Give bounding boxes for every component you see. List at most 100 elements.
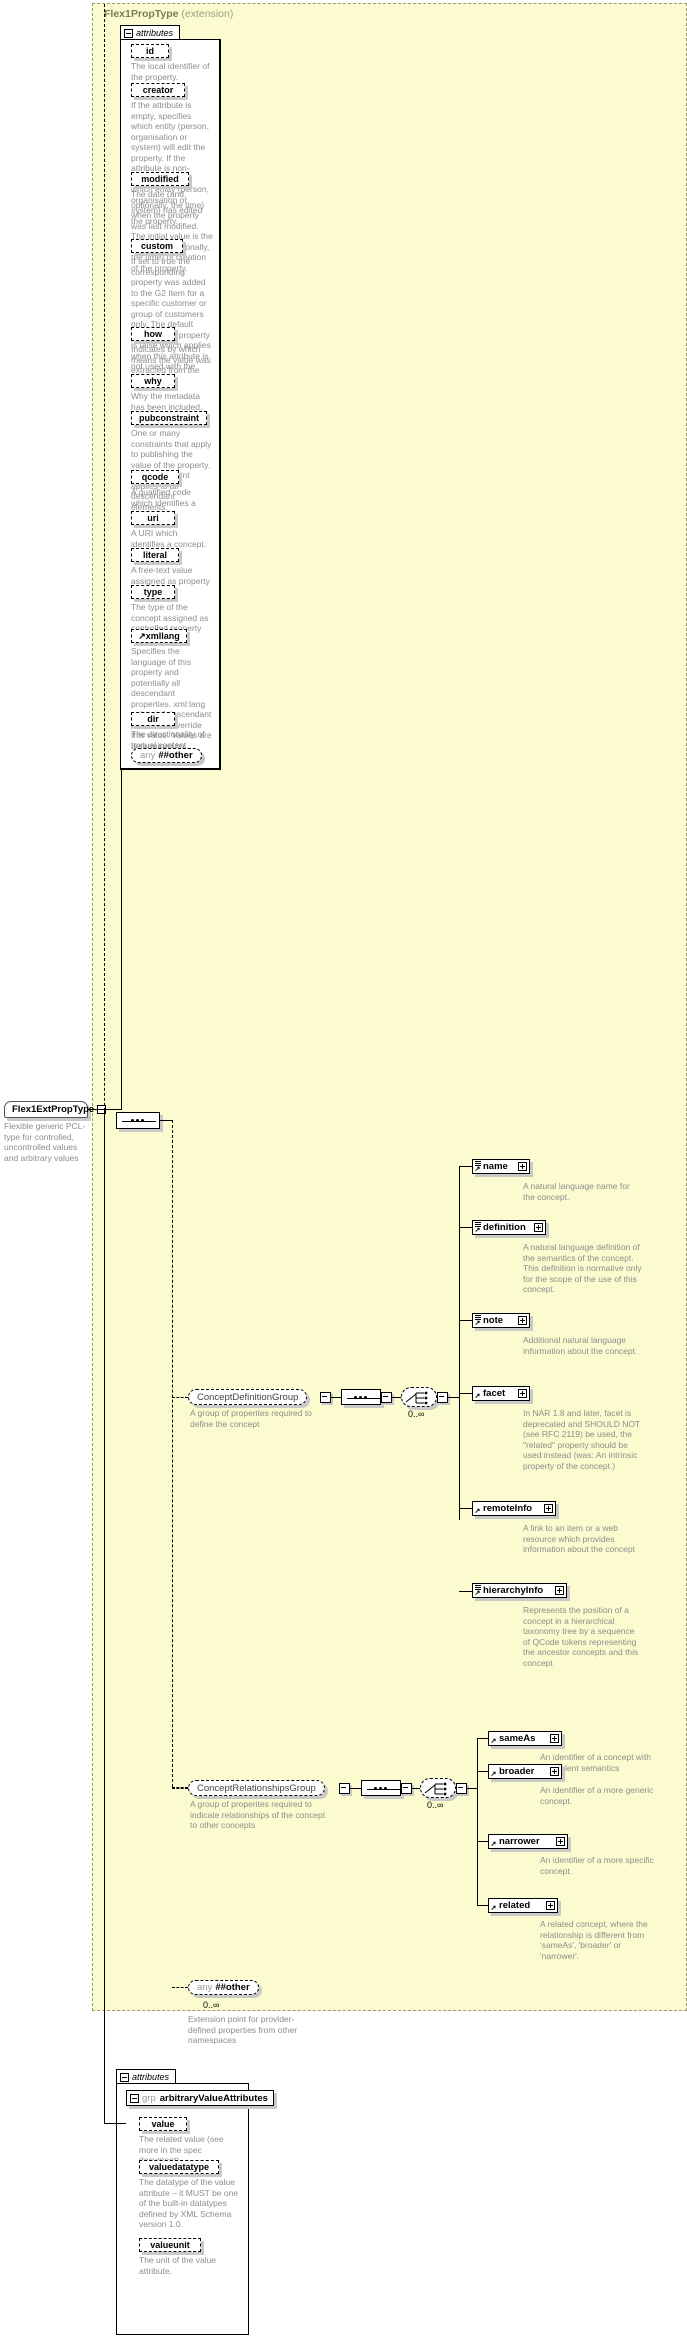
seq-out-line — [160, 1120, 172, 1121]
attributes-compartment-tab-2[interactable]: attributes — [116, 2069, 177, 2084]
attributes-label: attributes — [136, 28, 174, 38]
expand-plus-icon[interactable] — [546, 1901, 555, 1910]
attribute-label: valuedatatype — [148, 2162, 210, 2172]
expand-plus-icon[interactable] — [534, 1223, 543, 1232]
body-any-desc: Extension point for provider-defined pro… — [188, 2014, 298, 2045]
element-node-facet[interactable]: ↗ facet — [472, 1386, 530, 1401]
expand-plus-icon[interactable] — [550, 1734, 559, 1743]
cdg-child-line-name — [459, 1166, 472, 1167]
crg-choice-minus-icon[interactable] — [456, 1783, 467, 1794]
group-node-concept-relationships[interactable]: ConceptRelationshipsGroup — [188, 1780, 325, 1796]
attribute-node-why[interactable]: why — [131, 374, 175, 388]
expand-plus-icon[interactable] — [518, 1316, 527, 1325]
element-desc-remoteinfo: A link to an item or a web resource whic… — [523, 1523, 635, 1554]
attribute-node-id[interactable]: id — [131, 44, 169, 58]
attributes-label-2: attributes — [132, 2072, 170, 2082]
element-node-note[interactable]: ↗ note — [472, 1313, 530, 1328]
group-label: ConceptDefinitionGroup — [197, 1391, 299, 1403]
element-node-sameas[interactable]: ↗ sameAs — [488, 1731, 562, 1746]
attribute-node-literal[interactable]: literal — [131, 548, 179, 562]
element-node-hierarchyinfo[interactable]: ↗ hierarchyInfo — [472, 1583, 567, 1598]
crg-seq-to-choice-line — [412, 1788, 420, 1789]
cdg-seq-minus-icon[interactable] — [381, 1392, 392, 1403]
element-label: narrower — [499, 1836, 540, 1847]
expand-plus-icon[interactable] — [555, 1586, 564, 1595]
expand-plus-icon[interactable] — [544, 1504, 553, 1513]
element-node-broader[interactable]: ↗ broader — [488, 1764, 562, 1779]
sequence-dots-icon — [374, 1787, 387, 1790]
collapse-minus-icon[interactable] — [124, 28, 133, 38]
element-desc-facet: In NAR 1.8 and later, facet is deprecate… — [523, 1408, 641, 1471]
expand-plus-icon[interactable] — [518, 1162, 527, 1171]
attribute-label: how — [144, 329, 162, 339]
element-node-remoteinfo[interactable]: ↗ remoteInfo — [472, 1501, 556, 1516]
crg-seq-minus-icon[interactable] — [401, 1783, 412, 1794]
root-type-node[interactable]: Flex1ExtPropType — [4, 1101, 107, 1118]
collapse-minus-icon-2[interactable] — [120, 2072, 129, 2082]
attrgroup-connector-line — [104, 2123, 126, 2124]
attribute-node-valuedatatype[interactable]: valuedatatype — [139, 2160, 219, 2174]
cdg-child-line-definition — [459, 1227, 472, 1228]
group-node-concept-definition[interactable]: ConceptDefinitionGroup — [188, 1389, 308, 1405]
reference-arrow-icon: ↗ — [490, 1840, 497, 1848]
extension-title: Flex1PropType (extension) — [104, 8, 233, 20]
grp-collapse-minus-icon[interactable] — [130, 2093, 139, 2103]
element-desc-note: Additional natural language information … — [523, 1335, 638, 1356]
crg-child-line-sameas — [477, 1738, 488, 1739]
group-desc-concept-relationships: A group of properites required to indica… — [190, 1799, 326, 1830]
attribute-node-uri[interactable]: uri — [131, 511, 175, 525]
expand-plus-icon[interactable] — [550, 1767, 559, 1776]
attribute-label: qcode — [141, 472, 169, 482]
attribute-label: value — [151, 2119, 175, 2129]
element-label: remoteInfo — [483, 1503, 533, 1514]
attribute-node-xmllang[interactable]: ↗ xmllang — [131, 629, 187, 643]
attributes-any-node[interactable]: any ##other — [131, 748, 202, 763]
attribute-label: custom — [140, 241, 173, 251]
attribute-node-value[interactable]: value — [139, 2117, 187, 2131]
element-node-related[interactable]: ↗ related — [488, 1898, 558, 1913]
expand-plus-icon[interactable] — [556, 1837, 565, 1846]
attribute-node-valueunit[interactable]: valueunit — [139, 2238, 201, 2252]
reference-arrow-icon: ↗ — [490, 1904, 497, 1912]
cdg-to-seq-line — [331, 1397, 341, 1398]
attribute-label: modified — [141, 174, 179, 184]
element-label: name — [483, 1161, 508, 1172]
cdg-choice-minus-icon[interactable] — [437, 1392, 448, 1403]
body-any-other-node[interactable]: any ##other — [188, 1980, 259, 1995]
attribute-node-how[interactable]: how — [131, 327, 175, 341]
attribute-node-custom[interactable]: custom — [131, 239, 183, 253]
cdg-sequence-node[interactable] — [341, 1389, 381, 1405]
attribute-node-type[interactable]: type — [131, 585, 175, 599]
attribute-node-dir[interactable]: dir — [131, 712, 175, 726]
cdg-choice-node[interactable] — [401, 1387, 437, 1407]
attribute-node-modified[interactable]: modified — [131, 172, 189, 186]
cdg-children-spine — [459, 1166, 460, 1520]
attribute-node-creator[interactable]: creator — [131, 83, 185, 97]
content-sequence-node[interactable] — [116, 1112, 160, 1129]
cdg-child-line-hierarchyinfo — [459, 1591, 472, 1592]
crg-sequence-node[interactable] — [361, 1780, 401, 1796]
attribute-desc-why: Why the metadata has been included. — [131, 391, 203, 412]
element-node-narrower[interactable]: ↗ narrower — [488, 1834, 568, 1849]
attribute-group-node[interactable]: grp arbitraryValueAttributes — [126, 2090, 274, 2106]
any-keyword-label: any — [197, 1982, 213, 1993]
attribute-node-qcode[interactable]: qcode — [131, 470, 179, 484]
attribute-label: literal — [142, 550, 167, 560]
attribute-node-pubconstraint[interactable]: pubconstraint — [131, 411, 207, 425]
body-any-cardinality-label: 0..∞ — [203, 2000, 220, 2010]
element-desc-narrower: An identifier of a more specific concept… — [540, 1855, 654, 1876]
element-node-name[interactable]: ↗ name — [472, 1159, 530, 1174]
cdg-cardinality-label: 0..∞ — [408, 1409, 425, 1419]
attribute-desc-id: The local identifier of the property. — [131, 61, 210, 82]
expand-plus-icon[interactable] — [518, 1389, 527, 1398]
attribute-label: id — [146, 46, 154, 56]
reference-arrow-icon: ↗ — [474, 1392, 481, 1400]
element-desc-name: A natural language name for the concept. — [523, 1181, 630, 1202]
cdg-collapse-minus-icon[interactable] — [320, 1392, 331, 1403]
any-namespace-label: ##other — [158, 750, 193, 761]
crg-choice-node[interactable] — [420, 1778, 456, 1798]
attributes-compartment-tab[interactable]: attributes — [120, 25, 181, 40]
reference-arrow-icon: ↗ — [490, 1770, 497, 1778]
element-node-definition[interactable]: ↗ definition — [472, 1220, 546, 1235]
crg-collapse-minus-icon[interactable] — [339, 1783, 350, 1794]
